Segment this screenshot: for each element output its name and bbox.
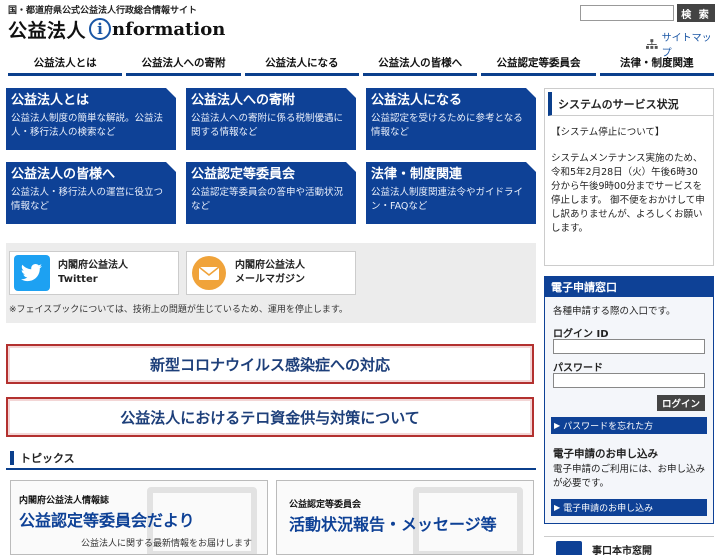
system-status-box: システムのサービス状況 【システム停止について】 システムメンテナンス実施のため…: [544, 88, 714, 266]
topic-card-sub: 公益法人に関する最新情報をお届けします: [81, 539, 253, 549]
twitter-link[interactable]: 内閣府公益法人 Twitter: [9, 251, 179, 295]
terror-banner[interactable]: 公益法人におけるテロ資金供与対策について: [6, 397, 534, 437]
tile-desc: 公益法人への寄附に係る税制優遇に関する情報など: [191, 113, 344, 138]
login-button[interactable]: ログイン: [657, 395, 705, 411]
mail-icon: [192, 256, 226, 290]
category-tiles: 公益法人とは 公益法人制度の簡単な解説。公益法人・移行法人の検索など 公益法人へ…: [6, 88, 536, 226]
apply-heading: 電子申請のお申し込み: [553, 448, 658, 460]
logo-text: 公益法人: [8, 19, 87, 42]
search-button[interactable]: 検 索: [677, 4, 715, 22]
site-header: 国・都道府県公式公益法人行政総合情報サイト 公益法人 i nformation …: [0, 0, 720, 59]
tile-desc: 公益認定等委員会の答申や活動状況など: [191, 187, 344, 212]
apply-link[interactable]: ▶ 電子申請のお申し込み: [551, 499, 707, 516]
login-id-label: ログイン ID: [553, 329, 609, 340]
covid-banner[interactable]: 新型コロナウイルス感染症への対応: [6, 344, 534, 384]
global-nav: 公益法人とは 公益法人への寄附 公益法人になる 公益法人の皆様へ 公益認定等委員…: [6, 52, 716, 76]
tile-desc: 公益法人制度の簡単な解説。公益法人・移行法人の検索など: [11, 113, 164, 138]
tile-about[interactable]: 公益法人とは 公益法人制度の簡単な解説。公益法人・移行法人の検索など: [6, 88, 176, 150]
status-subheading: 【システム停止について】: [551, 127, 665, 138]
topic-card-title: 活動状況報告・メッセージ等: [289, 515, 497, 534]
mail-text: 内閣府公益法人 メールマガジン: [235, 259, 305, 287]
nav-item-committee[interactable]: 公益認定等委員会: [481, 52, 596, 76]
bottom-right-label[interactable]: 事口本市窓開: [592, 542, 652, 555]
arrow-right-icon: ▶: [554, 503, 561, 512]
tile-title: 公益認定等委員会: [191, 167, 296, 182]
topics-heading-text: トピックス: [20, 452, 75, 465]
topic-card-small: 内閣府公益法人情報誌: [19, 496, 110, 506]
password-label: パスワード: [553, 363, 603, 374]
forgot-password-link[interactable]: ▶ パスワードを忘れた方: [551, 417, 707, 434]
login-id-input[interactable]: [553, 339, 705, 354]
status-body: システムメンテナンス実施のため、令和5年2月28日（火）午後6時30分から午後9…: [551, 153, 705, 234]
document-icon: [556, 541, 582, 555]
topic-card-small: 公益認定等委員会: [289, 500, 362, 510]
topics-heading: トピックス: [6, 448, 536, 470]
twitter-line2: Twitter: [58, 274, 98, 285]
facebook-note: ※フェイスブックについては、技術上の問題が生じているため、運用を停止します。: [9, 305, 348, 315]
nav-item-become[interactable]: 公益法人になる: [244, 52, 359, 76]
tile-members[interactable]: 公益法人の皆様へ 公益法人・移行法人の運営に役立つ情報など: [6, 162, 176, 224]
search-input[interactable]: [580, 5, 674, 21]
topic-card-dayori[interactable]: 内閣府公益法人情報誌 公益認定等委員会だより 公益法人に関する最新情報をお届けし…: [10, 480, 268, 555]
tile-desc: 公益法人・移行法人の運営に役立つ情報など: [11, 187, 164, 212]
arrow-right-icon: ▶: [554, 421, 561, 430]
twitter-text: 内閣府公益法人 Twitter: [58, 259, 128, 287]
site-logo[interactable]: 公益法人 i nformation: [8, 14, 225, 44]
tile-donation[interactable]: 公益法人への寄附 公益法人への寄附に係る税制優遇に関する情報など: [186, 88, 356, 150]
nav-item-donation[interactable]: 公益法人への寄附: [126, 52, 241, 76]
tile-title: 公益法人とは: [11, 93, 90, 108]
topic-card-title: 公益認定等委員会だより: [19, 511, 195, 530]
nav-item-law[interactable]: 法律・制度関連: [599, 52, 714, 76]
topic-card-activity[interactable]: 公益認定等委員会 活動状況報告・メッセージ等: [276, 480, 534, 555]
e-application-panel: 電子申請窓口 各種申請する際の入口です。 ログイン ID パスワード ログイン …: [544, 276, 714, 524]
mail-line1: 内閣府公益法人: [235, 260, 305, 271]
tile-desc: 公益認定を受けるために参考となる情報など: [371, 113, 523, 138]
apply-desc: 電子申請のご利用には、お申し込みが必要です。: [553, 464, 706, 489]
tile-desc: 公益法人制度関連法令やガイドライン・FAQなど: [371, 187, 524, 212]
tile-committee[interactable]: 公益認定等委員会 公益認定等委員会の答申や活動状況など: [186, 162, 356, 224]
tile-title: 法律・制度関連: [371, 167, 463, 182]
e-application-heading: 電子申請窓口: [545, 277, 713, 297]
forgot-password-label: パスワードを忘れた方: [563, 422, 654, 432]
mailmagazine-link[interactable]: 内閣府公益法人 メールマガジン: [186, 251, 356, 295]
twitter-icon: [14, 255, 50, 291]
tile-become[interactable]: 公益法人になる 公益認定を受けるために参考となる情報など: [366, 88, 536, 150]
apply-link-label: 電子申請のお申し込み: [563, 504, 654, 514]
mail-line2: メールマガジン: [235, 274, 305, 285]
twitter-line1: 内閣府公益法人: [58, 260, 128, 271]
tile-law[interactable]: 法律・制度関連 公益法人制度関連法令やガイドライン・FAQなど: [366, 162, 536, 224]
nav-item-members[interactable]: 公益法人の皆様へ: [362, 52, 478, 76]
bottom-right-section: 事口本市窓開: [544, 536, 714, 555]
nav-item-about[interactable]: 公益法人とは: [8, 52, 123, 76]
logo-info-icon: i: [89, 18, 112, 40]
tile-title: 公益法人になる: [371, 93, 463, 108]
logo-text-rest: nformation: [112, 18, 226, 40]
tile-title: 公益法人への寄附: [191, 93, 296, 108]
status-heading: システムのサービス状況: [548, 92, 713, 116]
sns-panel: 内閣府公益法人 Twitter 内閣府公益法人 メールマガジン ※フェイスブック…: [6, 243, 536, 323]
password-input[interactable]: [553, 373, 705, 388]
e-application-desc: 各種申請する際の入口です。: [553, 306, 676, 317]
sitemap-icon: [646, 39, 658, 49]
tile-title: 公益法人の皆様へ: [11, 167, 116, 182]
